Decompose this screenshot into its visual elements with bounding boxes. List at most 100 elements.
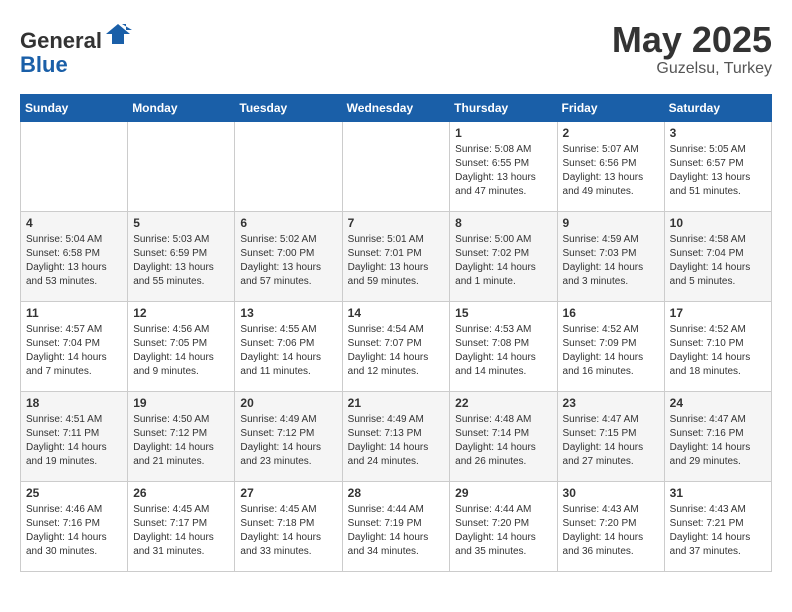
day-info: Sunrise: 5:02 AM Sunset: 7:00 PM Dayligh…	[240, 233, 336, 289]
col-thursday: Thursday	[450, 94, 557, 121]
calendar-cell: 21 Sunrise: 4:49 AM Sunset: 7:13 PM Dayli…	[342, 391, 450, 481]
day-number: 12	[133, 306, 229, 320]
day-number: 22	[455, 396, 551, 410]
day-info: Sunrise: 4:46 AM Sunset: 7:16 PM Dayligh…	[26, 503, 122, 559]
calendar-cell: 29Sunrise: 4:44 AM Sunset: 7:20 PM Dayli…	[450, 481, 557, 571]
day-number: 18	[26, 396, 122, 410]
calendar-table: Sunday Monday Tuesday Wednesday Thursday…	[20, 94, 772, 572]
day-number: 9	[563, 216, 659, 230]
day-number: 28	[348, 486, 445, 500]
day-info: Sunrise: 5:00 AM Sunset: 7:02 PM Dayligh…	[455, 233, 551, 289]
day-info: Sunrise: 5:04 AM Sunset: 6:58 PM Dayligh…	[26, 233, 122, 289]
calendar-cell: 5 Sunrise: 5:03 AM Sunset: 6:59 PM Daylig…	[128, 211, 235, 301]
day-info: Sunrise: 4:57 AM Sunset: 7:04 PM Dayligh…	[26, 323, 122, 379]
day-info: Sunrise: 4:56 AM Sunset: 7:05 PM Dayligh…	[133, 323, 229, 379]
calendar-cell: 3 Sunrise: 5:05 AM Sunset: 6:57 PM Daylig…	[664, 121, 771, 211]
location-subtitle: Guzelsu, Turkey	[612, 60, 772, 78]
calendar-cell: 11Sunrise: 4:57 AM Sunset: 7:04 PM Dayli…	[21, 301, 128, 391]
calendar-cell: 10 Sunrise: 4:58 AM Sunset: 7:04 PM Dayli…	[664, 211, 771, 301]
day-number: 21	[348, 396, 445, 410]
calendar-cell: 14 Sunrise: 4:54 AM Sunset: 7:07 PM Dayli…	[342, 301, 450, 391]
day-info: Sunrise: 4:43 AM Sunset: 7:20 PM Dayligh…	[563, 503, 659, 559]
day-number: 7	[348, 216, 445, 230]
calendar-cell: 27 Sunrise: 4:45 AM Sunset: 7:18 PM Dayli…	[235, 481, 342, 571]
page-header: General Blue May 2025 Guzelsu, Turkey	[20, 20, 772, 78]
month-title: May 2025	[612, 20, 772, 60]
calendar-cell: 9 Sunrise: 4:59 AM Sunset: 7:03 PM Daylig…	[557, 211, 664, 301]
day-info: Sunrise: 4:48 AM Sunset: 7:14 PM Dayligh…	[455, 413, 551, 469]
day-number: 14	[348, 306, 445, 320]
day-info: Sunrise: 4:45 AM Sunset: 7:18 PM Dayligh…	[240, 503, 336, 559]
day-info: Sunrise: 5:03 AM Sunset: 6:59 PM Dayligh…	[133, 233, 229, 289]
day-number: 3	[670, 126, 766, 140]
col-monday: Monday	[128, 94, 235, 121]
day-number: 5	[133, 216, 229, 230]
day-number: 15	[455, 306, 551, 320]
calendar-cell: 13Sunrise: 4:55 AM Sunset: 7:06 PM Dayli…	[235, 301, 342, 391]
calendar-cell: 7 Sunrise: 5:01 AM Sunset: 7:01 PM Daylig…	[342, 211, 450, 301]
day-info: Sunrise: 4:44 AM Sunset: 7:20 PM Dayligh…	[455, 503, 551, 559]
day-number: 27	[240, 486, 336, 500]
calendar-cell	[342, 121, 450, 211]
calendar-cell: 24Sunrise: 4:47 AM Sunset: 7:16 PM Dayli…	[664, 391, 771, 481]
calendar-cell: 20 Sunrise: 4:49 AM Sunset: 7:12 PM Dayli…	[235, 391, 342, 481]
day-info: Sunrise: 4:54 AM Sunset: 7:07 PM Dayligh…	[348, 323, 445, 379]
day-number: 10	[670, 216, 766, 230]
day-info: Sunrise: 4:52 AM Sunset: 7:10 PM Dayligh…	[670, 323, 766, 379]
calendar-cell: 17 Sunrise: 4:52 AM Sunset: 7:10 PM Dayli…	[664, 301, 771, 391]
day-info: Sunrise: 4:51 AM Sunset: 7:11 PM Dayligh…	[26, 413, 122, 469]
day-info: Sunrise: 4:52 AM Sunset: 7:09 PM Dayligh…	[563, 323, 659, 379]
calendar-cell: 16 Sunrise: 4:52 AM Sunset: 7:09 PM Dayli…	[557, 301, 664, 391]
day-info: Sunrise: 4:49 AM Sunset: 7:12 PM Dayligh…	[240, 413, 336, 469]
day-info: Sunrise: 4:47 AM Sunset: 7:15 PM Dayligh…	[563, 413, 659, 469]
calendar-week-3: 11Sunrise: 4:57 AM Sunset: 7:04 PM Dayli…	[21, 301, 772, 391]
day-number: 13	[240, 306, 336, 320]
day-number: 2	[563, 126, 659, 140]
day-number: 17	[670, 306, 766, 320]
day-info: Sunrise: 5:08 AM Sunset: 6:55 PM Dayligh…	[455, 143, 551, 199]
calendar-cell: 18 Sunrise: 4:51 AM Sunset: 7:11 PM Dayli…	[21, 391, 128, 481]
day-number: 8	[455, 216, 551, 230]
day-info: Sunrise: 4:58 AM Sunset: 7:04 PM Dayligh…	[670, 233, 766, 289]
calendar-cell: 8 Sunrise: 5:00 AM Sunset: 7:02 PM Daylig…	[450, 211, 557, 301]
calendar-header-row: Sunday Monday Tuesday Wednesday Thursday…	[21, 94, 772, 121]
calendar-cell: 25Sunrise: 4:46 AM Sunset: 7:16 PM Dayli…	[21, 481, 128, 571]
day-number: 19	[133, 396, 229, 410]
day-info: Sunrise: 4:49 AM Sunset: 7:13 PM Dayligh…	[348, 413, 445, 469]
title-block: May 2025 Guzelsu, Turkey	[612, 20, 772, 78]
day-number: 31	[670, 486, 766, 500]
calendar-cell: 30Sunrise: 4:43 AM Sunset: 7:20 PM Dayli…	[557, 481, 664, 571]
day-info: Sunrise: 4:43 AM Sunset: 7:21 PM Dayligh…	[670, 503, 766, 559]
day-number: 1	[455, 126, 551, 140]
calendar-week-2: 4Sunrise: 5:04 AM Sunset: 6:58 PM Daylig…	[21, 211, 772, 301]
calendar-week-5: 25Sunrise: 4:46 AM Sunset: 7:16 PM Dayli…	[21, 481, 772, 571]
day-number: 20	[240, 396, 336, 410]
day-info: Sunrise: 4:44 AM Sunset: 7:19 PM Dayligh…	[348, 503, 445, 559]
calendar-cell: 2 Sunrise: 5:07 AM Sunset: 6:56 PM Daylig…	[557, 121, 664, 211]
day-info: Sunrise: 4:59 AM Sunset: 7:03 PM Dayligh…	[563, 233, 659, 289]
calendar-cell: 15Sunrise: 4:53 AM Sunset: 7:08 PM Dayli…	[450, 301, 557, 391]
day-info: Sunrise: 5:05 AM Sunset: 6:57 PM Dayligh…	[670, 143, 766, 199]
calendar-cell: 19 Sunrise: 4:50 AM Sunset: 7:12 PM Dayli…	[128, 391, 235, 481]
col-wednesday: Wednesday	[342, 94, 450, 121]
calendar-cell	[235, 121, 342, 211]
calendar-cell	[21, 121, 128, 211]
day-number: 26	[133, 486, 229, 500]
col-friday: Friday	[557, 94, 664, 121]
calendar-cell: 23Sunrise: 4:47 AM Sunset: 7:15 PM Dayli…	[557, 391, 664, 481]
day-info: Sunrise: 5:07 AM Sunset: 6:56 PM Dayligh…	[563, 143, 659, 199]
logo-blue: Blue	[20, 52, 68, 77]
col-tuesday: Tuesday	[235, 94, 342, 121]
logo: General Blue	[20, 20, 132, 77]
calendar-cell: 4Sunrise: 5:04 AM Sunset: 6:58 PM Daylig…	[21, 211, 128, 301]
calendar-cell: 22 Sunrise: 4:48 AM Sunset: 7:14 PM Dayli…	[450, 391, 557, 481]
day-number: 16	[563, 306, 659, 320]
calendar-week-1: 1 Sunrise: 5:08 AM Sunset: 6:55 PM Daylig…	[21, 121, 772, 211]
calendar-cell: 31 Sunrise: 4:43 AM Sunset: 7:21 PM Dayli…	[664, 481, 771, 571]
day-info: Sunrise: 5:01 AM Sunset: 7:01 PM Dayligh…	[348, 233, 445, 289]
col-saturday: Saturday	[664, 94, 771, 121]
day-info: Sunrise: 4:50 AM Sunset: 7:12 PM Dayligh…	[133, 413, 229, 469]
calendar-week-4: 18 Sunrise: 4:51 AM Sunset: 7:11 PM Dayli…	[21, 391, 772, 481]
calendar-cell: 1 Sunrise: 5:08 AM Sunset: 6:55 PM Daylig…	[450, 121, 557, 211]
calendar-cell	[128, 121, 235, 211]
